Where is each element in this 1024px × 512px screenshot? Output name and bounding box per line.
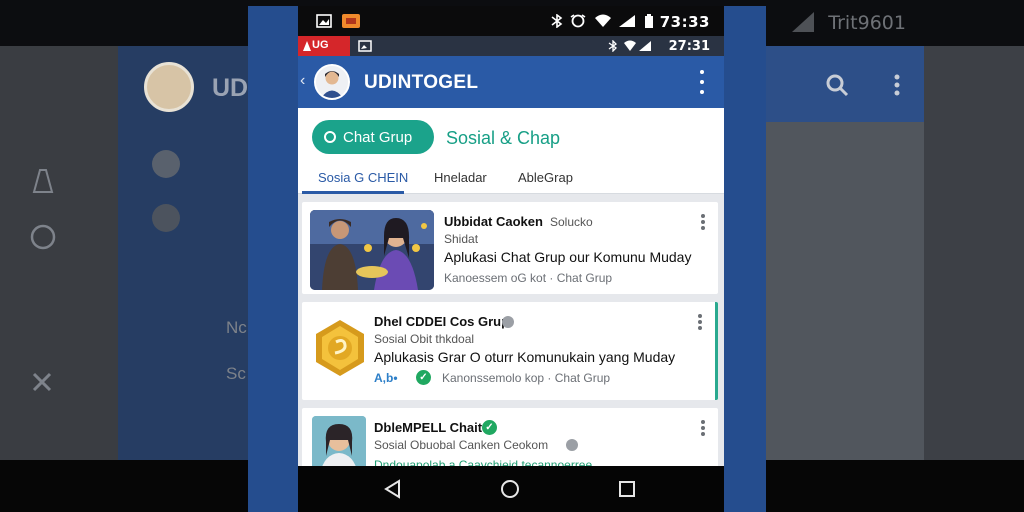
app-rating: A,b• — [374, 371, 398, 385]
background-list — [766, 122, 924, 460]
app-meta: Kanonssemolo kop · Chat Grup — [442, 371, 611, 385]
image-icon — [316, 14, 332, 28]
alarm-icon — [570, 14, 586, 28]
background-refresh-icon — [30, 224, 56, 250]
battery-icon — [645, 14, 653, 28]
verified-check-icon: ✓ — [482, 420, 497, 435]
notification-icon — [342, 14, 360, 28]
app-name: Ubbidat Caoken — [444, 214, 543, 229]
tab-sosial-chein[interactable]: Sosia G CHEIN — [318, 170, 408, 185]
chip-label: Chat Grup — [343, 128, 413, 146]
chat-grup-chip[interactable]: Chat Grup — [312, 120, 434, 154]
app-badge-label: UG — [312, 39, 329, 51]
background-phone-frame — [118, 46, 250, 460]
app-name: Dhel CDDEI Cos Grup — [374, 314, 510, 329]
app-name-suffix: Solucko — [550, 215, 593, 229]
background-clock: Trit9601 — [828, 12, 906, 34]
list-item[interactable]: Ubbidat Caoken Solucko Shidat Apluƙasi C… — [302, 202, 718, 294]
app-description: Apluƙasi Chat Grup our Komunu Muday — [444, 249, 692, 265]
chat-icon — [324, 131, 336, 143]
background-scale-icon — [32, 169, 54, 193]
background-text: Nc — [226, 318, 247, 337]
bluetooth-icon — [551, 14, 563, 28]
background-text-2: Sc — [226, 364, 246, 383]
background-signal-icon — [792, 12, 814, 32]
people-illustration — [310, 210, 434, 290]
person-portrait-icon — [316, 66, 348, 98]
back-arrow-icon[interactable]: ‹ — [300, 72, 305, 90]
status-bar: 73:33 — [298, 6, 724, 36]
app-thumbnail — [310, 210, 434, 290]
home-icon[interactable] — [499, 478, 521, 500]
back-icon[interactable] — [382, 478, 404, 500]
app-list: Ubbidat Caoken Solucko Shidat Apluƙasi C… — [298, 194, 724, 478]
secondary-status-bar: UG 27:31 — [298, 36, 724, 56]
phone-frame: 73:33 UG 27:31 ‹ UDINTOGEL Chat Grup Sos… — [248, 6, 766, 512]
card-overflow-icon[interactable] — [697, 314, 703, 330]
list-item[interactable]: Dhel CDDEI Cos Grup Sosial Obit thkdoal … — [302, 302, 718, 400]
wifi-icon — [595, 14, 611, 27]
section-title: Sosial & Chap — [446, 128, 561, 148]
background-title: UD — [212, 74, 249, 102]
card-overflow-icon[interactable] — [700, 214, 706, 230]
signal-icon — [619, 15, 635, 27]
app-bar: ‹ UDINTOGEL — [298, 56, 724, 108]
background-left-panel: UD Nc Sc — [0, 46, 250, 460]
app-description: Aplukasis Grar O oturr Komunukain yang M… — [374, 349, 676, 365]
system-navigation-bar — [298, 466, 724, 512]
coin-icon — [316, 320, 364, 376]
tab-bar: Sosia G CHEIN Hneladar AbleGrap — [298, 164, 724, 194]
signal-icon-small — [624, 40, 651, 51]
tab-hneladar[interactable]: Hneladar — [434, 170, 487, 185]
background-more-icon — [894, 74, 900, 96]
bluetooth-icon-small — [608, 40, 618, 52]
verified-check-icon: ✓ — [416, 370, 431, 385]
app-meta: Kanoessem oG kot · Chat Grup — [444, 271, 613, 285]
profile-avatar[interactable] — [314, 64, 350, 100]
background-search-icon — [826, 74, 849, 97]
background-menu-icon — [152, 150, 180, 178]
app-subtitle: Sosial Obit thkdoal — [374, 332, 475, 346]
app-subtitle: Shidat — [444, 232, 479, 246]
card-overflow-icon[interactable] — [700, 420, 706, 436]
background-right-panel — [766, 46, 1024, 460]
app-subtitle: Sosial Obuobal Canken Ceokom — [374, 438, 549, 452]
warning-icon — [303, 41, 311, 51]
app-name: DbleMPELL Chait — [374, 420, 483, 435]
tab-ablegrap[interactable]: AbleGrap — [518, 170, 573, 185]
coin-logo — [314, 318, 366, 378]
image-icon-small — [358, 40, 372, 52]
status-time: 73:33 — [659, 13, 710, 31]
category-header: Chat Grup Sosial & Chap Sosia G CHEIN Hn… — [298, 108, 724, 194]
background-chat-icon — [152, 204, 180, 232]
info-badge-icon — [502, 316, 514, 328]
background-avatar — [144, 62, 194, 112]
secondary-time: 27:31 — [668, 39, 710, 54]
background-tool-icon — [32, 372, 52, 392]
overflow-menu-icon[interactable] — [698, 70, 706, 94]
phone-screen: 73:33 UG 27:31 ‹ UDINTOGEL Chat Grup Sos… — [298, 6, 724, 512]
recents-icon[interactable] — [616, 478, 638, 500]
info-badge-icon — [566, 439, 578, 451]
app-title: UDINTOGEL — [364, 72, 479, 93]
